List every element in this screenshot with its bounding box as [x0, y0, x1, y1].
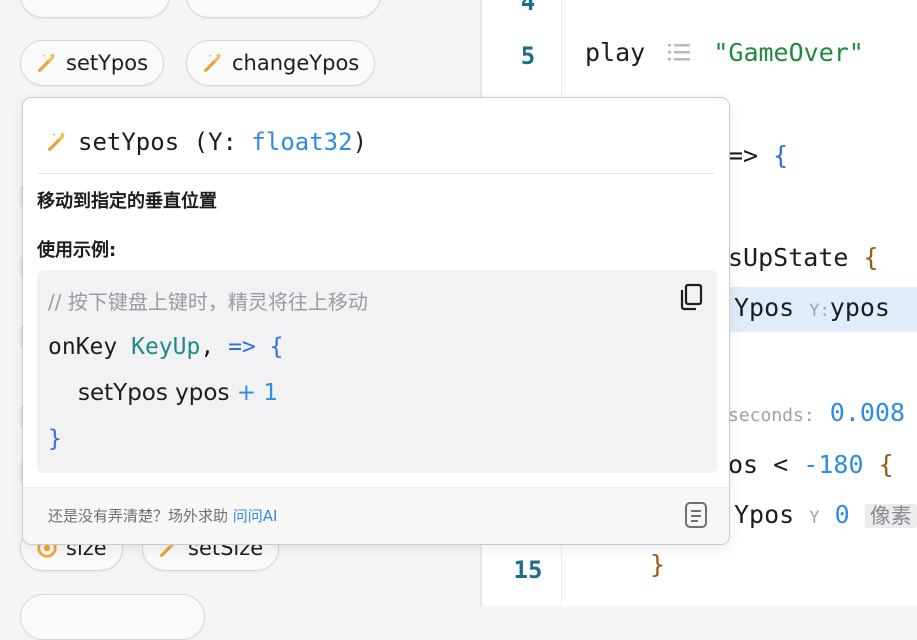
param-label: Y — [809, 508, 820, 528]
number-value: -180 — [803, 450, 864, 479]
fn-name: setYpos — [78, 380, 168, 406]
code-line-changeypos[interactable]: Ypos Y:ypos — [734, 293, 890, 322]
document-icon[interactable] — [683, 500, 709, 530]
paren-open: ( — [193, 128, 209, 156]
example-code-block[interactable]: // 按下键盘上键时，精灵将往上移动 onKey KeyUp, => { set… — [37, 270, 717, 473]
unit-badge: 像素 — [864, 504, 917, 528]
code-line-state[interactable]: sUpState { — [728, 243, 879, 272]
code-line-seconds[interactable]: seconds: 0.008 — [728, 398, 905, 427]
keyword-play: play — [585, 38, 646, 67]
code-line-setzero[interactable]: Ypos Y 0 像素 — [734, 500, 917, 530]
brace-open: { — [269, 334, 284, 360]
list-icon — [668, 44, 691, 61]
brace-open: { — [773, 141, 789, 170]
example-line-1: onKey KeyUp, => { — [48, 334, 284, 360]
arrow-token: => — [228, 334, 256, 360]
api-doc-popup: setYpos (Y: float32) 移动到指定的垂直位置 使用示例: //… — [22, 97, 730, 545]
number-value: 0 — [834, 500, 850, 529]
help-prompt: 还是没有弄清楚？场外求助 — [48, 507, 229, 525]
function-signature: setYpos (Y: float32) — [46, 128, 367, 156]
magic-wand-icon — [204, 52, 222, 72]
operator: < — [773, 450, 789, 479]
variable-name: os — [728, 450, 759, 479]
line-number: 15 — [513, 556, 543, 584]
param-label: Y: — [809, 301, 830, 321]
chip-changeypos[interactable]: changeYpos — [186, 40, 376, 86]
help-text: 还是没有弄清楚？场外求助 问问AI — [48, 505, 277, 526]
example-line-3: } — [48, 426, 62, 452]
param-name: Y: — [208, 128, 237, 156]
chip-setypos[interactable]: setYpos — [20, 40, 165, 86]
arg-keyup: KeyUp — [131, 334, 201, 360]
magic-wand-icon — [48, 131, 66, 151]
call-name: Ypos — [734, 500, 795, 529]
call-name: Ypos — [734, 293, 795, 322]
comma: , — [200, 334, 215, 360]
chip-label: changeYpos — [232, 51, 360, 75]
number-value: 0.008 — [829, 398, 906, 427]
ask-ai-link[interactable]: 问问AI — [233, 507, 278, 525]
paren-close: ) — [352, 128, 368, 156]
chip-partial-bottom[interactable] — [20, 594, 205, 640]
code-line-arrow[interactable]: => { — [728, 141, 788, 170]
code-line-compare[interactable]: os < -180 { — [728, 450, 894, 479]
function-name: setYpos — [78, 128, 180, 156]
example-comment: // 按下键盘上键时，精灵将往上移动 — [48, 290, 368, 314]
code-line-5[interactable]: play "GameOver" — [585, 38, 864, 67]
param-value: ypos — [829, 293, 890, 322]
fn-name: onKey — [48, 334, 118, 360]
example-line-2: setYpos ypos + 1 — [78, 380, 278, 406]
chip-partial-top-left[interactable] — [20, 0, 170, 18]
string-gameover: "GameOver" — [713, 38, 864, 67]
popup-footer: 还是没有弄清楚？场外求助 问问AI — [23, 487, 729, 544]
brace-open: { — [878, 450, 894, 479]
line-number: 5 — [520, 42, 536, 70]
line-number: 4 — [520, 0, 536, 16]
chip-partial-top-right[interactable] — [186, 0, 381, 18]
divider — [37, 173, 715, 174]
param-type: float32 — [251, 128, 353, 156]
number-value: 1 — [263, 380, 278, 406]
arg-ypos: ypos — [175, 380, 230, 406]
example-title: 使用示例: — [37, 240, 117, 261]
state-name: sUpState — [728, 243, 849, 272]
code-line-close[interactable]: } — [650, 550, 665, 579]
function-description: 移动到指定的垂直位置 — [37, 191, 217, 212]
param-label: seconds: — [728, 405, 815, 426]
operator: + — [236, 380, 257, 406]
brace-open: { — [863, 243, 879, 272]
copy-icon[interactable] — [677, 282, 705, 312]
magic-wand-icon — [38, 52, 56, 72]
arrow-token: => — [728, 141, 759, 170]
chip-label: setYpos — [66, 51, 149, 75]
